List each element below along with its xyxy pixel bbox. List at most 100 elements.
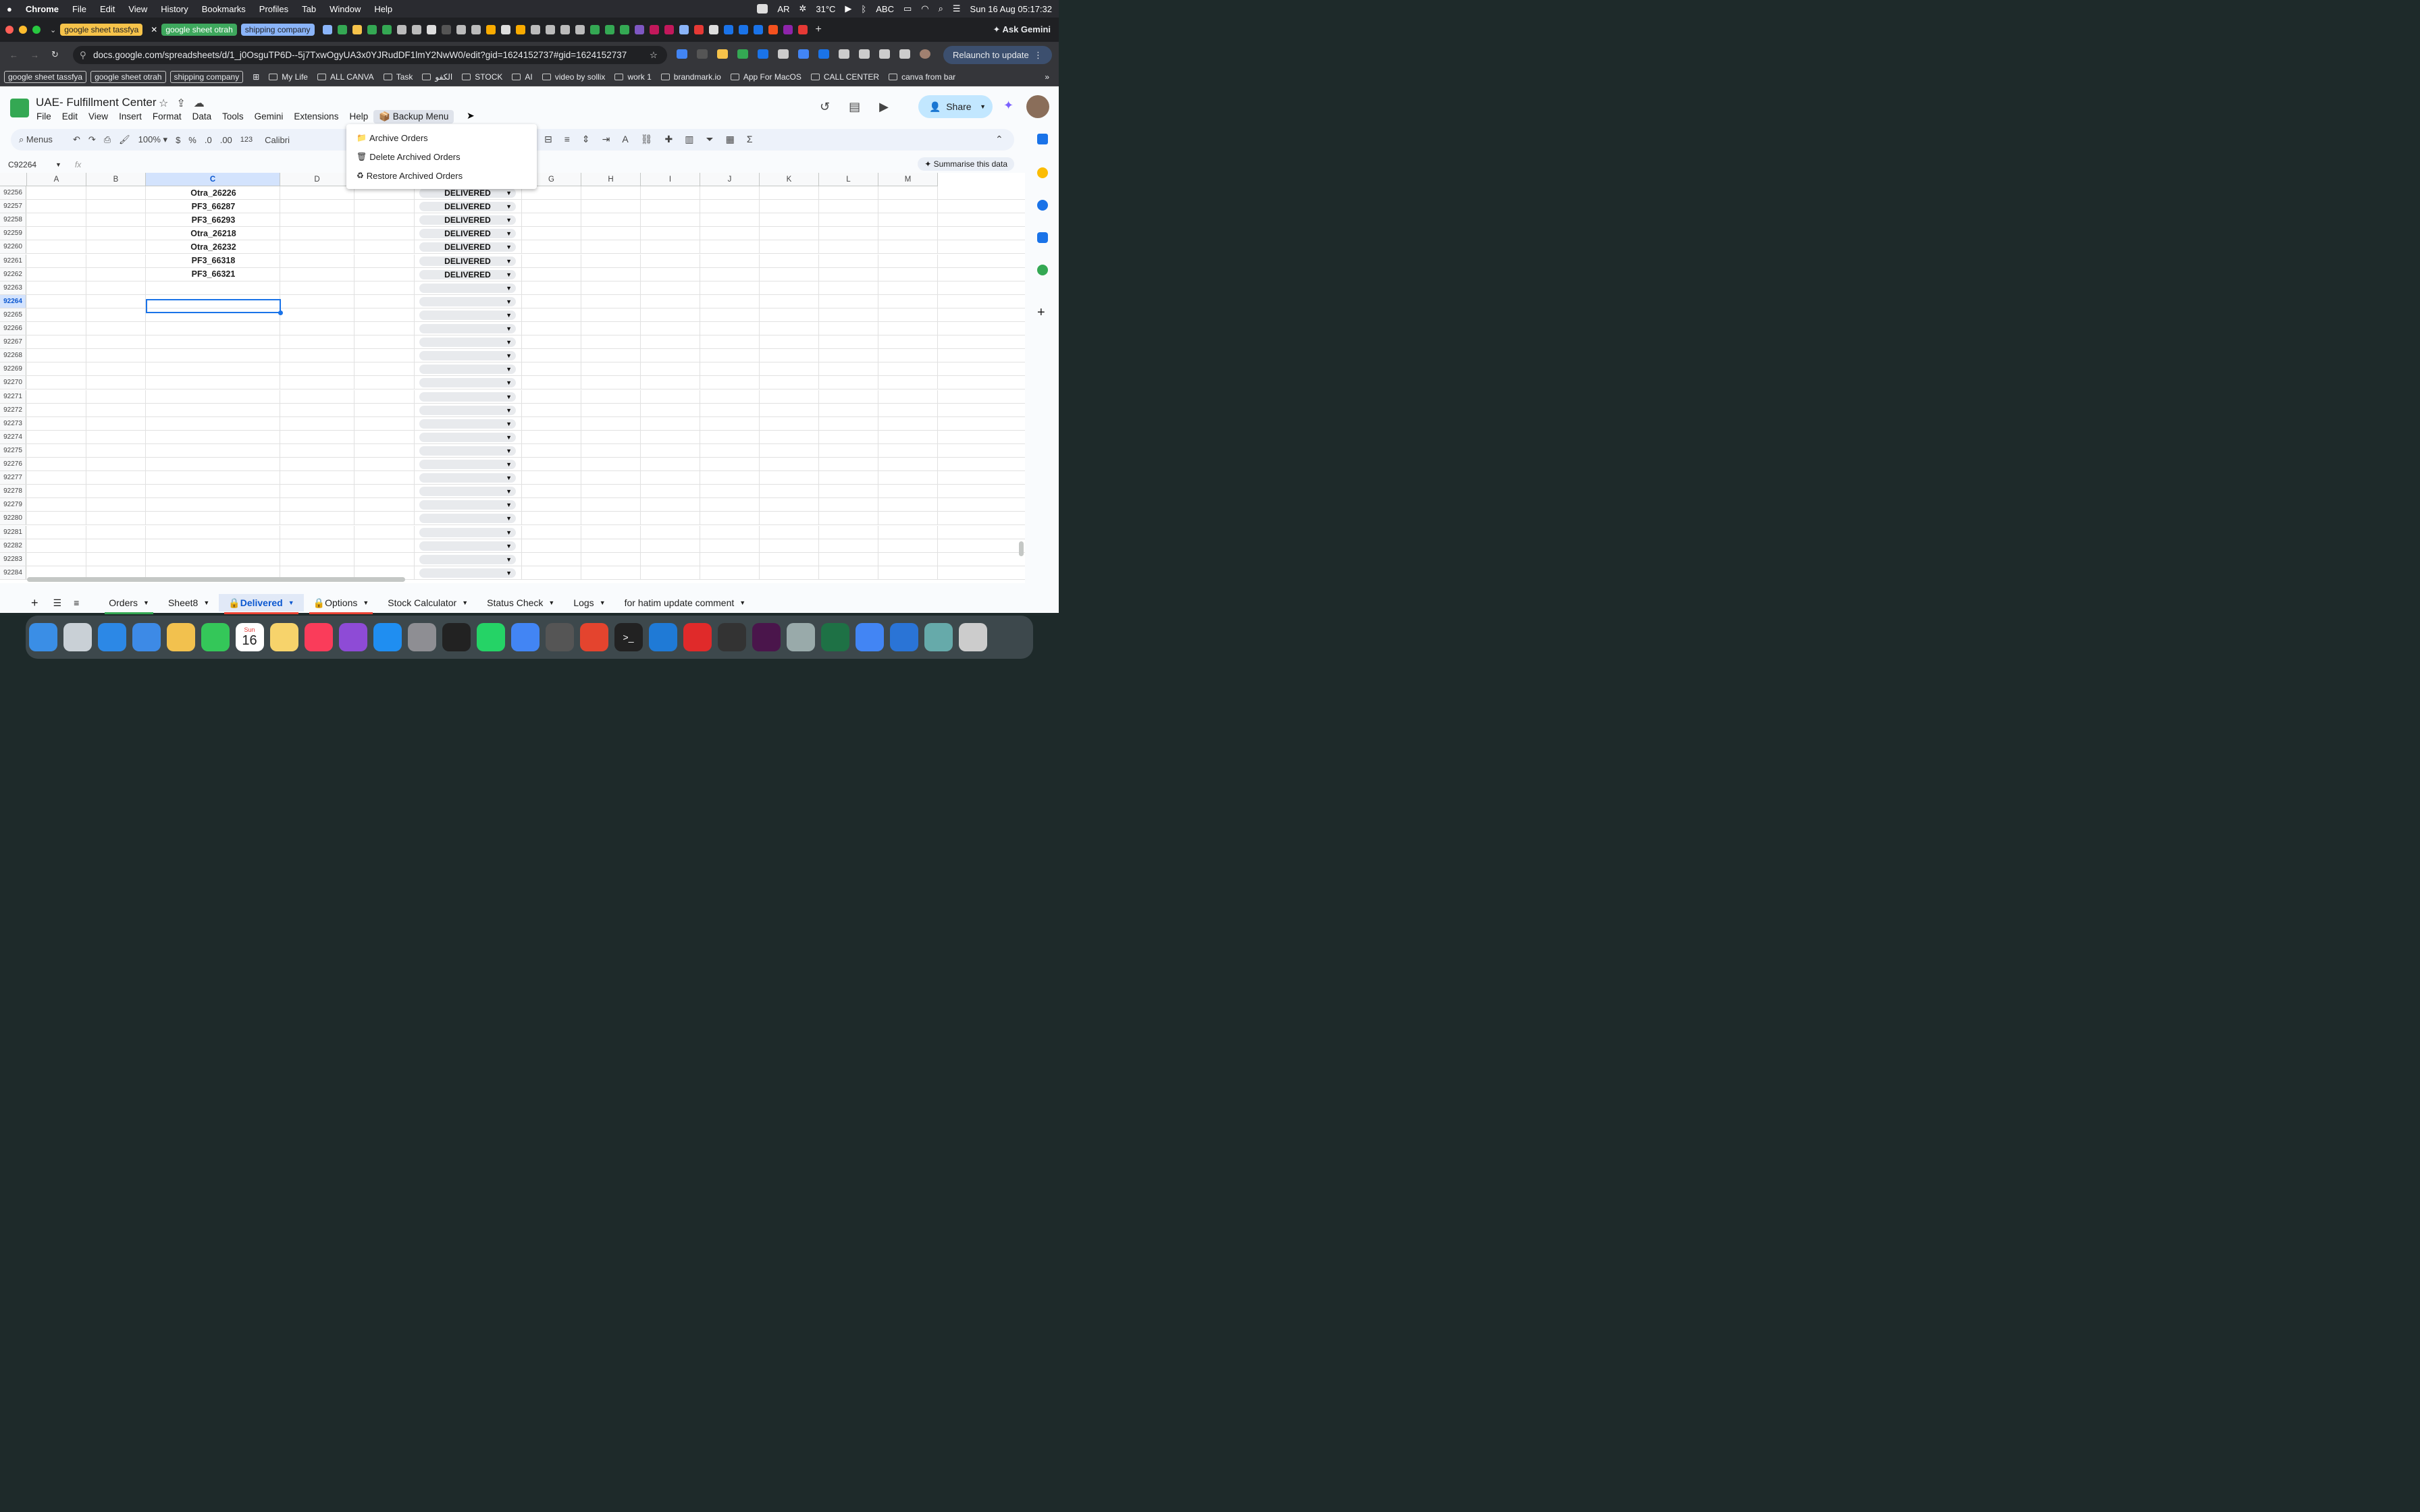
dock-podcasts-icon[interactable] [338, 623, 367, 651]
bookmark-item[interactable]: الكفو [422, 72, 452, 82]
wrap-icon[interactable]: ⇥ [602, 134, 610, 145]
row-number[interactable]: 92262 [0, 267, 26, 281]
row-number[interactable]: 92266 [0, 322, 26, 335]
star-icon[interactable]: ☆ [159, 97, 168, 110]
order-id-cell[interactable] [147, 390, 280, 403]
new-tab-icon[interactable]: + [816, 24, 822, 36]
mac-menu-help[interactable]: Help [367, 4, 399, 14]
horizontal-scrollbar[interactable] [27, 577, 405, 582]
history-icon[interactable]: ↺ [820, 100, 830, 114]
sheet-list-icon[interactable]: ≡ [74, 597, 79, 608]
chevron-down-icon[interactable]: ▼ [143, 599, 149, 606]
tab-favicon[interactable] [456, 25, 466, 34]
reload-icon[interactable]: ↻ [51, 49, 59, 60]
vertical-scrollbar[interactable] [1019, 541, 1024, 556]
row-number[interactable]: 92283 [0, 552, 26, 566]
dock-vscode-icon[interactable] [648, 623, 677, 651]
bookmark-item[interactable]: brandmark.io [660, 72, 721, 82]
row-number[interactable]: 92268 [0, 349, 26, 362]
sheet-tab-for-hatim-update-comment[interactable]: for hatim update comment ▼ [615, 594, 756, 612]
mac-menu-window[interactable]: Window [323, 4, 367, 14]
status-dropdown-chip[interactable]: DELIVERED ▼ [419, 215, 516, 225]
relaunch-button[interactable]: Relaunch to update ⋮ [943, 46, 1052, 64]
mac-menu-chrome[interactable]: Chrome [19, 4, 65, 14]
chart-icon[interactable]: ▥ [685, 134, 693, 145]
order-id-cell[interactable]: Otra_26218 [147, 227, 280, 240]
dock-chrome-icon[interactable] [510, 623, 540, 651]
comment-icon[interactable]: ✚ [665, 134, 673, 145]
keep-icon[interactable] [1037, 167, 1048, 178]
undo-icon[interactable]: ↶ [73, 134, 80, 145]
forward-icon[interactable]: → [30, 50, 39, 60]
row-number[interactable]: 92276 [0, 458, 26, 471]
dock-trash-icon[interactable] [958, 623, 987, 651]
dock-screen-icon[interactable] [717, 623, 746, 651]
paint-format-icon[interactable]: 🖌 [119, 134, 130, 145]
row-number[interactable]: 92265 [0, 308, 26, 321]
reading-list-icon[interactable] [899, 49, 910, 59]
extension-icon[interactable] [677, 49, 687, 59]
row-number[interactable]: 92277 [0, 471, 26, 485]
row-number[interactable]: 92273 [0, 416, 26, 430]
close-window-button[interactable] [5, 26, 14, 34]
status-dropdown-chip[interactable]: ▼ [419, 460, 516, 469]
order-id-cell[interactable] [147, 376, 280, 389]
bookmark-item[interactable]: App For MacOS [730, 72, 801, 82]
print-icon[interactable]: ⎙ [104, 134, 111, 145]
ask-gemini-button[interactable]: ✦ Ask Gemini [993, 24, 1051, 35]
dock-gallery-icon[interactable] [924, 623, 953, 651]
profile-avatar[interactable] [920, 49, 930, 59]
order-id-cell[interactable]: Otra_26232 [147, 240, 280, 253]
status-icon[interactable] [757, 4, 768, 14]
bookmark-pill[interactable]: google sheet otrah [90, 70, 166, 83]
dock-transfer-icon[interactable] [889, 623, 918, 651]
dock-app-store-icon[interactable] [373, 623, 402, 651]
status-dropdown-chip[interactable]: ▼ [419, 554, 516, 564]
sheet-tab-delivered[interactable]: 🔒 Delivered ▼ [219, 594, 304, 614]
order-id-cell[interactable]: Otra_26226 [147, 186, 280, 199]
order-id-cell[interactable] [147, 322, 280, 335]
dock-music-icon[interactable] [304, 623, 333, 651]
status-dropdown-chip[interactable]: ▼ [419, 446, 516, 456]
bookmark-item[interactable]: Task [383, 72, 413, 82]
weather[interactable]: 31°C [816, 4, 835, 14]
mac-menu-edit[interactable]: Edit [93, 4, 122, 14]
document-title[interactable]: UAE- Fulfillment Center [36, 96, 157, 109]
dock-slack-icon[interactable] [752, 623, 781, 651]
user-avatar[interactable] [1026, 95, 1049, 118]
selected-cell[interactable] [146, 299, 281, 313]
calendar-icon[interactable] [1037, 134, 1048, 144]
column-header-c[interactable]: C [146, 173, 280, 186]
zoom-select[interactable]: 100% ▾ [138, 134, 167, 145]
dock-system-settings-icon[interactable] [407, 623, 436, 651]
status-dropdown-chip[interactable]: DELIVERED ▼ [419, 229, 516, 239]
tab-favicon[interactable] [485, 25, 496, 34]
column-header-i[interactable]: I [641, 173, 700, 186]
cloud-status-icon[interactable]: ☁ [194, 97, 205, 110]
collapse-toolbar-icon[interactable]: ⌃ [995, 134, 1003, 145]
fill-handle[interactable] [278, 310, 283, 315]
tab-favicon[interactable] [382, 25, 392, 34]
row-number[interactable]: 92261 [0, 254, 26, 267]
dock-network-icon[interactable] [786, 623, 815, 651]
order-id-cell[interactable] [147, 471, 280, 484]
column-header-a[interactable]: A [27, 173, 86, 186]
status-dropdown-chip[interactable]: ▼ [419, 351, 516, 361]
status-dropdown-chip[interactable]: ▼ [419, 418, 516, 429]
chevron-down-icon[interactable]: ▼ [462, 599, 468, 606]
order-id-cell[interactable] [147, 417, 280, 430]
tab-favicon[interactable] [634, 25, 644, 34]
meet-icon[interactable]: ▶ [879, 100, 889, 114]
merge-icon[interactable]: ⊟ [544, 134, 552, 145]
move-icon[interactable]: ⇪ [176, 97, 185, 110]
dropdown-item-restore-archived-orders[interactable]: ♻ Restore Archived Orders [346, 166, 537, 185]
bookmark-item[interactable]: work 1 [614, 72, 652, 82]
mac-menu-tab[interactable]: Tab [295, 4, 323, 14]
sheets-logo[interactable] [10, 99, 29, 117]
chevron-down-icon[interactable]: ▼ [363, 599, 369, 606]
tab-favicon[interactable] [545, 25, 555, 34]
menu-view[interactable]: View [83, 110, 113, 124]
dock-terminal-icon[interactable]: >_ [614, 623, 643, 651]
bookmark-item[interactable]: STOCK [462, 72, 502, 82]
dropdown-item-archive-orders[interactable]: 📁 Archive Orders [346, 128, 537, 147]
